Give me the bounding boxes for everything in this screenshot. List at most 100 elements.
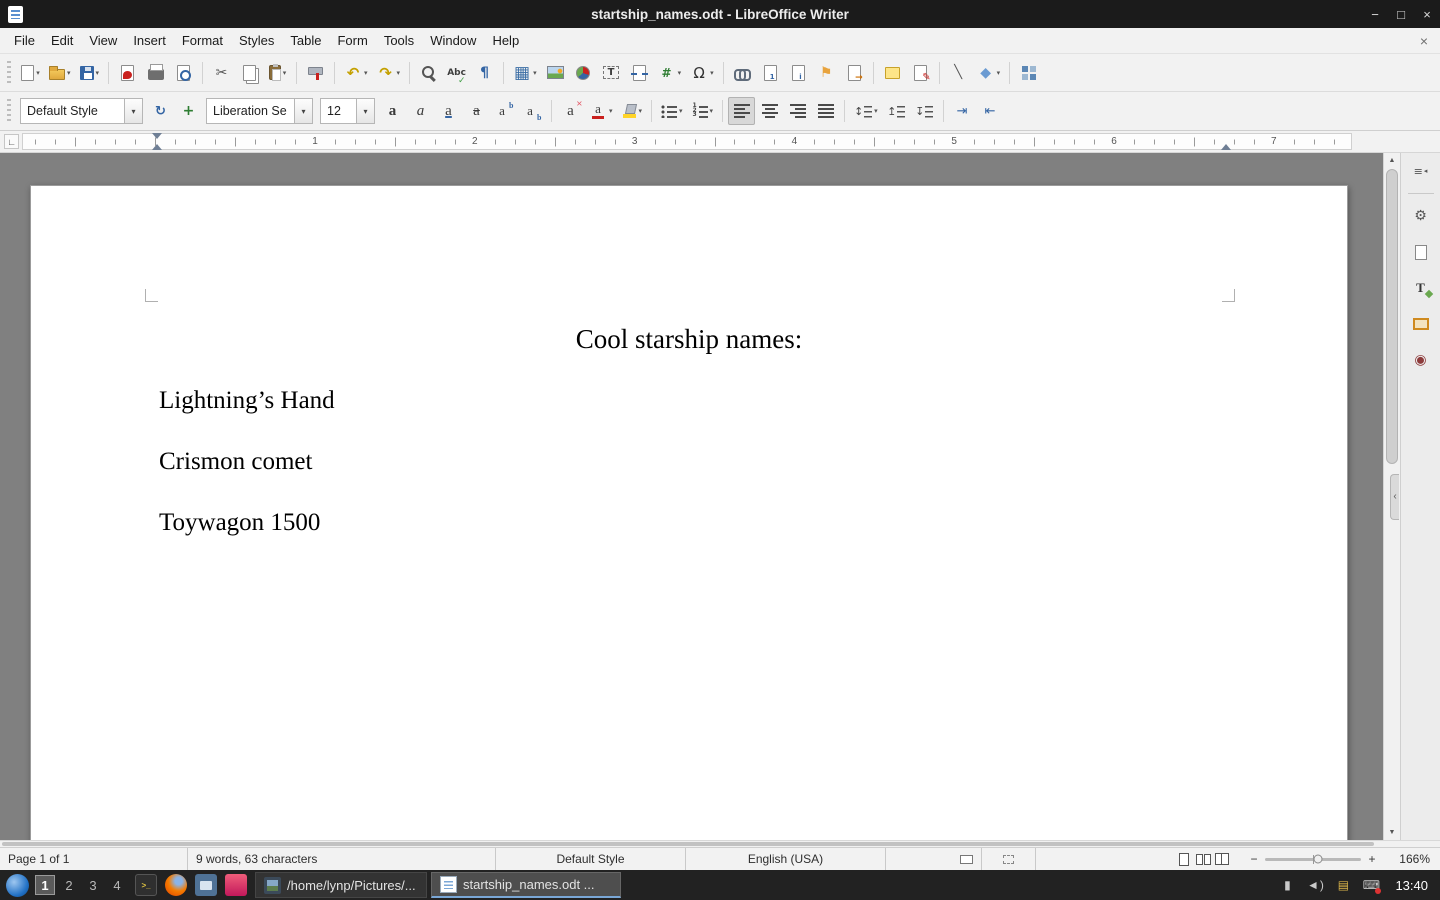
update-style-button[interactable]: ↻ (147, 97, 174, 125)
insert-bookmark-button[interactable]: ⚑ (813, 59, 840, 87)
undo-button[interactable]: ↶▾ (340, 59, 372, 87)
sidebar-tab-styles[interactable]: T (1407, 274, 1435, 302)
workspace-3-button[interactable]: 3 (83, 875, 103, 895)
insert-text-box-button[interactable]: T (598, 59, 625, 87)
print-button[interactable] (142, 59, 169, 87)
toolbar-grip[interactable] (7, 99, 11, 123)
increase-indent-button[interactable]: ⇥ (949, 97, 976, 125)
align-left-button[interactable] (728, 97, 755, 125)
align-right-button[interactable] (784, 97, 811, 125)
workspace-2-button[interactable]: 2 (59, 875, 79, 895)
spelling-button[interactable]: Abc (443, 59, 470, 87)
dropdown-arrow-icon[interactable]: ▾ (997, 69, 1001, 77)
menu-format[interactable]: Format (174, 29, 231, 52)
horizontal-scrollbar[interactable] (0, 840, 1440, 847)
document-paragraph[interactable]: Lightning’s Hand (31, 384, 1347, 417)
status-language[interactable]: English (USA) (686, 848, 886, 870)
align-justify-button[interactable] (812, 97, 839, 125)
toolbar-grip[interactable] (7, 61, 11, 85)
dropdown-arrow-icon[interactable]: ▾ (639, 107, 643, 115)
font-color-button[interactable]: a▾ (585, 97, 617, 125)
file-manager-launcher-button[interactable] (193, 872, 219, 898)
menu-form[interactable]: Form (329, 29, 375, 52)
decrease-paragraph-spacing-button[interactable]: ↧ (911, 97, 938, 125)
increase-paragraph-spacing-button[interactable]: ↥ (883, 97, 910, 125)
single-page-view-button[interactable] (1176, 851, 1192, 867)
menu-window[interactable]: Window (422, 29, 484, 52)
document-paragraph[interactable]: Crismon comet (31, 445, 1347, 478)
sidebar-tab-properties[interactable]: ⚙ (1407, 202, 1435, 230)
menu-insert[interactable]: Insert (125, 29, 174, 52)
status-selection-mode[interactable] (982, 848, 1036, 870)
zoom-in-button[interactable]: + (1366, 852, 1378, 866)
document-area[interactable]: Cool starship names: Lightning’s HandCri… (0, 153, 1383, 840)
track-changes-button[interactable] (907, 59, 934, 87)
status-page-number[interactable]: Page 1 of 1 (0, 848, 188, 870)
maximize-button[interactable]: □ (1388, 0, 1414, 28)
writer-window-button[interactable]: startship_names.odt ... (431, 872, 621, 898)
font-size-dropdown[interactable]: ▾ (356, 98, 375, 124)
menu-styles[interactable]: Styles (231, 29, 282, 52)
cut-button[interactable]: ✂ (208, 59, 235, 87)
dropdown-arrow-icon[interactable]: ▾ (710, 69, 714, 77)
app-menu-icon[interactable] (6, 874, 29, 897)
bold-button[interactable]: a (379, 97, 406, 125)
close-button[interactable]: × (1414, 0, 1440, 28)
workspace-1-button[interactable]: 1 (35, 875, 55, 895)
status-word-count[interactable]: 9 words, 63 characters (188, 848, 496, 870)
first-line-indent-marker[interactable] (152, 133, 162, 139)
menu-view[interactable]: View (81, 29, 125, 52)
left-indent-marker[interactable] (152, 144, 162, 150)
status-page-style[interactable]: Default Style (496, 848, 686, 870)
sidebar-collapse-handle[interactable]: ‹ (1390, 474, 1399, 520)
clock[interactable]: 13:40 (1389, 878, 1434, 893)
line-spacing-button[interactable]: ↕▾ (850, 97, 882, 125)
insert-line-button[interactable]: ╲ (945, 59, 972, 87)
horizontal-scrollbar-thumb[interactable] (2, 842, 1374, 846)
menu-file[interactable]: File (6, 29, 43, 52)
book-view-button[interactable] (1214, 851, 1230, 867)
document-paragraph[interactable]: Toywagon 1500 (31, 506, 1347, 539)
menu-edit[interactable]: Edit (43, 29, 81, 52)
insert-page-break-button[interactable] (626, 59, 653, 87)
draw-functions-button[interactable] (1015, 59, 1042, 87)
paragraph-style-value[interactable]: Default Style (20, 98, 124, 124)
bullet-list-button[interactable]: ▾ (657, 97, 687, 125)
terminal-launcher-button[interactable] (133, 872, 159, 898)
formatting-marks-button[interactable]: ¶ (471, 59, 498, 87)
font-size-value[interactable]: 12 (320, 98, 356, 124)
dropdown-arrow-icon[interactable]: ▾ (36, 69, 40, 77)
copy-button[interactable] (236, 59, 263, 87)
tab-stop-selector[interactable]: ∟ (4, 134, 19, 149)
insert-field-button[interactable]: #▾ (654, 59, 686, 87)
find-replace-button[interactable] (415, 59, 442, 87)
horizontal-ruler[interactable]: 1234567 (22, 133, 1352, 150)
dropdown-arrow-icon[interactable]: ▾ (679, 107, 683, 115)
sidebar-tab-sidebar-settings[interactable]: ≡ (1407, 157, 1435, 185)
print-preview-button[interactable] (170, 59, 197, 87)
insert-image-button[interactable] (542, 59, 569, 87)
insert-chart-button[interactable] (570, 59, 597, 87)
save-button[interactable]: ▾ (76, 59, 104, 87)
insert-comment-button[interactable] (879, 59, 906, 87)
workspace-4-button[interactable]: 4 (107, 875, 127, 895)
insert-endnote-button[interactable] (785, 59, 812, 87)
export-pdf-button[interactable] (114, 59, 141, 87)
subscript-button[interactable]: a (519, 97, 546, 125)
paragraph-style-dropdown[interactable]: ▾ (124, 98, 143, 124)
strikethrough-button[interactable]: a (463, 97, 490, 125)
decrease-indent-button[interactable]: ⇤ (977, 97, 1004, 125)
pictures-window-button[interactable]: /home/lynp/Pictures/... (255, 872, 427, 898)
battery-icon[interactable]: ▮ (1275, 873, 1299, 897)
menu-table[interactable]: Table (282, 29, 329, 52)
zoom-level[interactable]: 166% (1388, 852, 1440, 866)
status-insert-mode[interactable] (886, 848, 982, 870)
zoom-slider-track[interactable] (1265, 858, 1361, 861)
superscript-button[interactable]: a (491, 97, 518, 125)
new-style-button[interactable]: + (175, 97, 202, 125)
dropdown-arrow-icon[interactable]: ▾ (533, 69, 537, 77)
clipboard-icon[interactable]: ▤ (1331, 873, 1355, 897)
paste-button[interactable]: ▾ (264, 59, 291, 87)
font-name-value[interactable]: Liberation Se (206, 98, 294, 124)
clone-formatting-button[interactable] (302, 59, 329, 87)
